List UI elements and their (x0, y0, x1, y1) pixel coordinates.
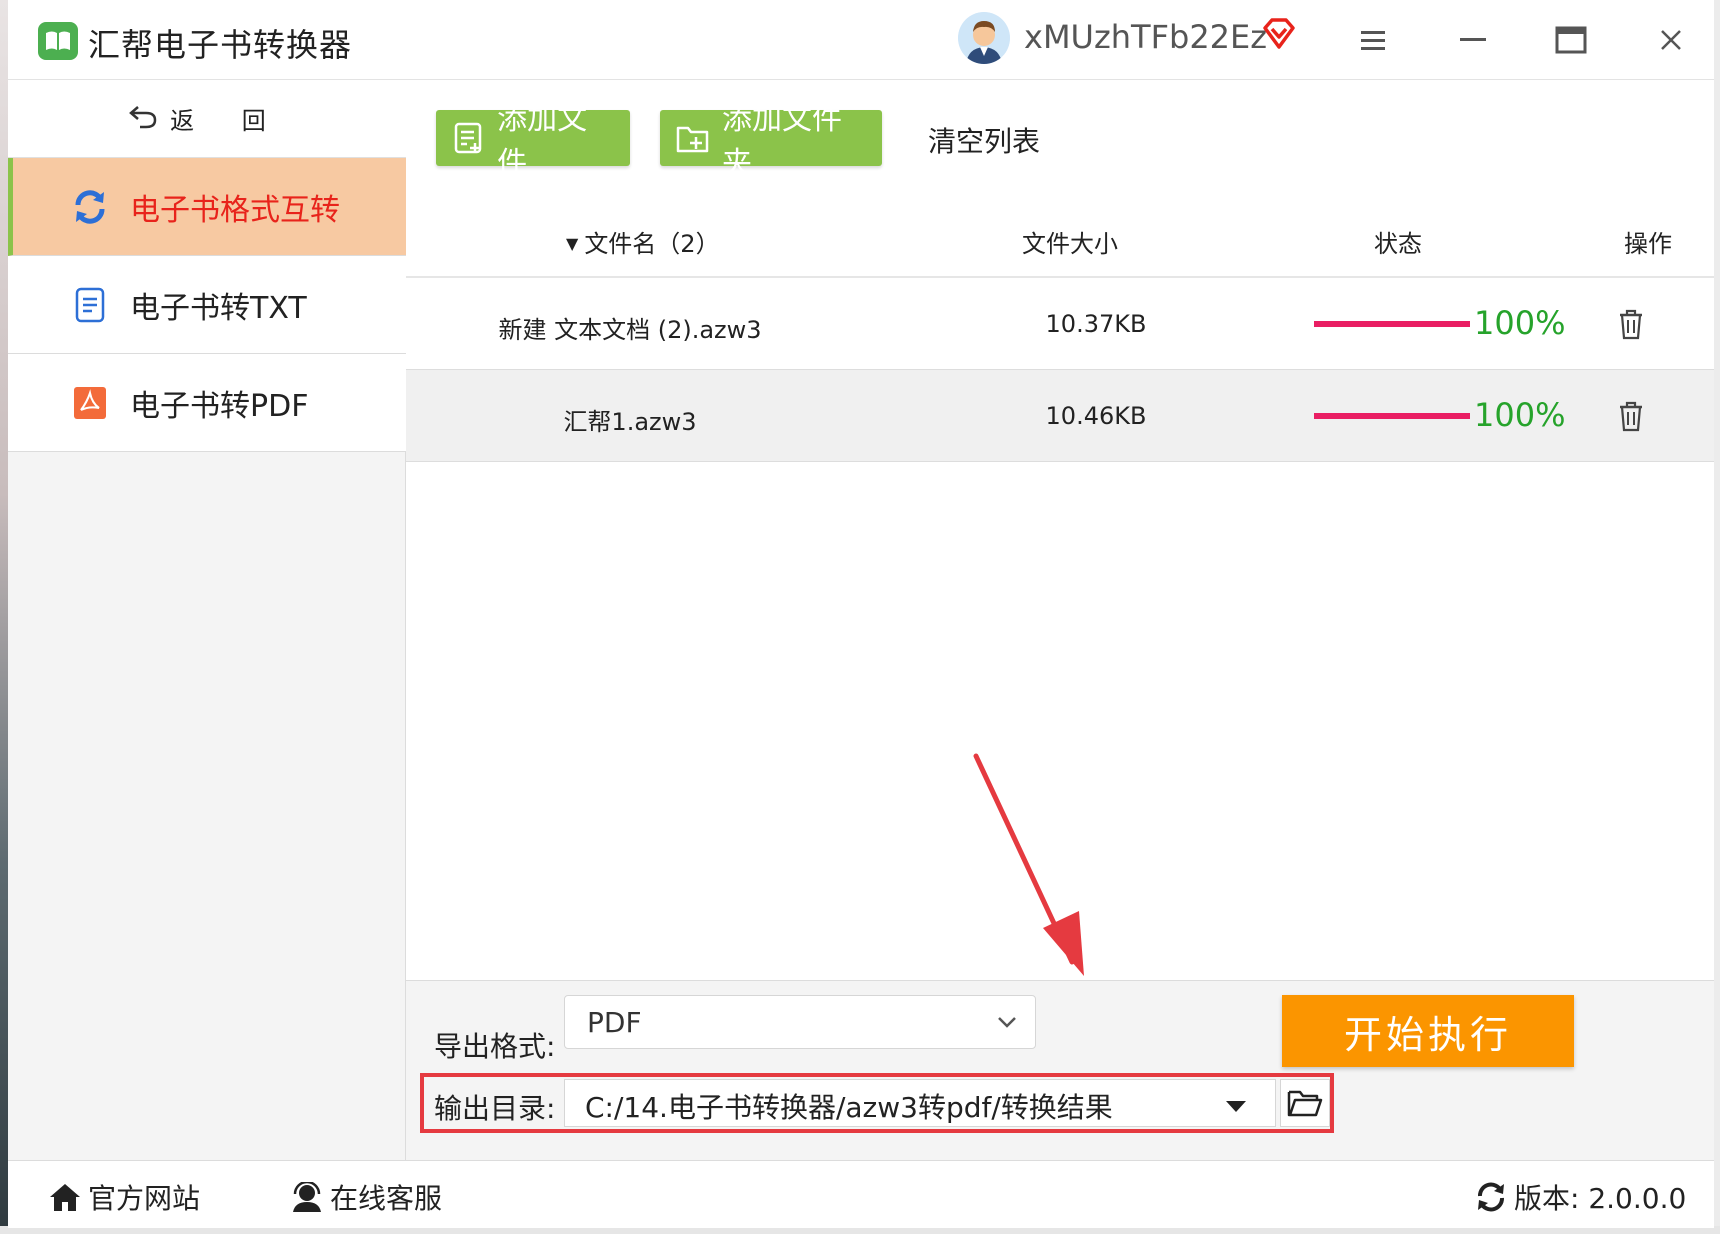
back-button[interactable]: 返 回 (8, 80, 406, 158)
back-arrow-icon (128, 103, 158, 135)
official-site-label: 官方网站 (88, 1182, 201, 1215)
progress-fill (1314, 413, 1470, 419)
main-panel: 添加文件 添加文件夹 清空列表 ▼ 文件名（2） 文件大小 状态 操作 新建 文本… (406, 80, 1714, 1160)
progress-text: 100% (1474, 304, 1566, 342)
sidebar-item-label: 电子书格式互转 (130, 192, 340, 228)
header-filename[interactable]: ▼ 文件名（2） (566, 224, 720, 259)
online-support-label: 在线客服 (330, 1182, 443, 1215)
sidebar-item-format-convert[interactable]: 电子书格式互转 (8, 158, 406, 256)
refresh-icon (70, 187, 110, 227)
sort-down-icon: ▼ (566, 234, 579, 253)
home-icon (48, 1180, 82, 1214)
start-button[interactable]: 开始执行 (1282, 995, 1574, 1067)
sidebar-item-label: 电子书转TXT (130, 290, 307, 326)
official-site-link[interactable]: 官方网站 (48, 1177, 200, 1217)
file-name: 汇帮1.azw3 (563, 408, 697, 436)
document-icon (70, 285, 110, 325)
hamburger-icon (1361, 31, 1385, 50)
table-row[interactable]: 新建 文本文档 (2).azw3 10.37KB 100% (406, 278, 1714, 370)
output-config-panel: 导出格式: PDF 输出目录: C:/14.电子书转换器/azw3转pdf/转换… (406, 980, 1714, 1160)
add-folder-label: 添加文件夹 (722, 102, 842, 181)
sidebar-item-to-txt[interactable]: 电子书转TXT (8, 256, 406, 354)
progress-fill (1314, 321, 1470, 327)
browse-folder-button[interactable] (1280, 1079, 1330, 1127)
vip-diamond-icon[interactable] (1261, 16, 1297, 56)
open-folder-icon (1287, 1090, 1323, 1117)
file-table-header: ▼ 文件名（2） 文件大小 状态 操作 (406, 200, 1714, 278)
chevron-down-icon (995, 1010, 1019, 1038)
format-value: PDF (587, 1006, 642, 1039)
format-select[interactable]: PDF (564, 995, 1036, 1049)
header-action: 操作 (1624, 230, 1672, 258)
back-label: 返 回 (170, 107, 286, 135)
title-bar: 汇帮电子书转换器 xMUzhTFb22Ez (8, 0, 1714, 80)
progress-bar (1314, 321, 1470, 327)
online-support-link[interactable]: 在线客服 (290, 1177, 442, 1217)
add-file-icon (452, 121, 485, 155)
close-icon (1661, 30, 1681, 50)
sidebar: 返 回 电子书格式互转 电子书转TXT 电子书转PDF (8, 80, 406, 1160)
app-window: 汇帮电子书转换器 xMUzhTFb22Ez 返 回 电子书格式互转 电子书转TX… (8, 0, 1714, 1228)
delete-trash-icon[interactable] (1616, 308, 1646, 340)
app-title: 汇帮电子书转换器 (88, 26, 353, 64)
pdf-icon (70, 383, 110, 423)
add-folder-icon (676, 121, 710, 155)
file-name: 新建 文本文档 (2).azw3 (498, 316, 762, 344)
file-size: 10.46KB (1045, 402, 1147, 430)
sidebar-item-to-pdf[interactable]: 电子书转PDF (8, 354, 406, 452)
footer-bar: 官方网站 在线客服 版本: 2.0.0.0 (8, 1160, 1714, 1228)
add-folder-button[interactable]: 添加文件夹 (660, 102, 882, 181)
version-info[interactable]: 版本: 2.0.0.0 (1474, 1177, 1686, 1217)
output-path: C:/14.电子书转换器/azw3转pdf/转换结果 (585, 1091, 1113, 1124)
maximize-button[interactable] (1551, 20, 1591, 60)
output-label: 输出目录: (434, 1092, 556, 1125)
sidebar-item-label: 电子书转PDF (130, 388, 309, 424)
minimize-icon (1460, 38, 1486, 41)
progress-bar (1314, 413, 1470, 419)
progress-text: 100% (1474, 396, 1566, 434)
close-button[interactable] (1651, 20, 1691, 60)
update-refresh-icon (1474, 1180, 1508, 1214)
menu-button[interactable] (1353, 20, 1393, 60)
username[interactable]: xMUzhTFb22Ez (1024, 18, 1267, 56)
delete-trash-icon[interactable] (1616, 400, 1646, 432)
header-filesize: 文件大小 (1022, 230, 1118, 258)
output-directory-highlight: 输出目录: C:/14.电子书转换器/azw3转pdf/转换结果 (420, 1073, 1334, 1133)
add-file-label: 添加文件 (497, 102, 588, 181)
customer-service-icon (290, 1180, 324, 1214)
desktop-background-right (1714, 0, 1720, 1234)
app-logo-icon (38, 22, 78, 60)
file-size: 10.37KB (1045, 310, 1147, 338)
minimize-button[interactable] (1453, 20, 1493, 60)
version-label: 版本: 2.0.0.0 (1514, 1182, 1687, 1215)
format-label: 导出格式: (434, 1030, 556, 1063)
dropdown-caret-icon[interactable] (1225, 1098, 1247, 1117)
maximize-icon (1555, 26, 1587, 54)
clear-list-button[interactable]: 清空列表 (928, 120, 1040, 160)
output-directory-input[interactable]: C:/14.电子书转换器/azw3转pdf/转换结果 (564, 1079, 1276, 1127)
header-status: 状态 (1374, 230, 1422, 258)
user-avatar[interactable] (958, 12, 1010, 64)
add-file-button[interactable]: 添加文件 (436, 102, 630, 181)
table-row[interactable]: 汇帮1.azw3 10.46KB 100% (406, 370, 1714, 462)
